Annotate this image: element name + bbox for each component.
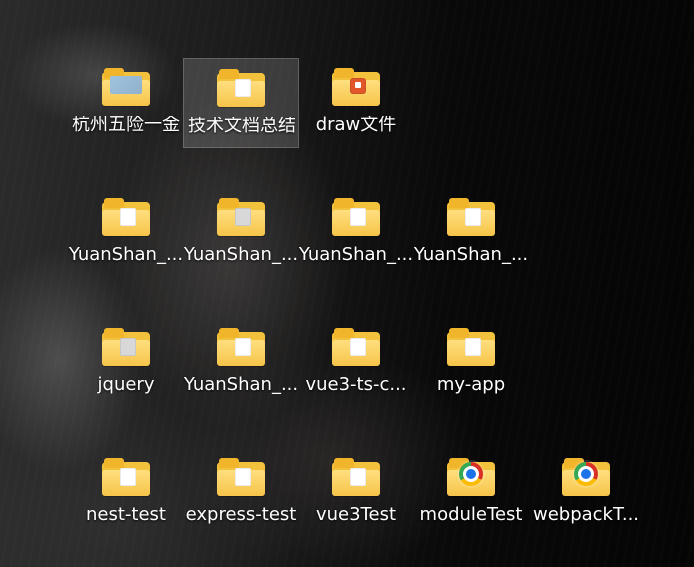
desktop-icon-label: webpackT... xyxy=(532,506,640,524)
document-preview-icon xyxy=(235,79,251,97)
draw-badge-icon xyxy=(350,78,366,94)
folder-icon xyxy=(102,456,150,496)
desktop-icon-express-test[interactable]: express-test xyxy=(183,448,299,538)
chrome-icon xyxy=(574,462,598,486)
desktop-icon-label: vue3Test xyxy=(315,506,397,524)
folder-icon xyxy=(447,326,495,366)
desktop-icon-label: draw文件 xyxy=(315,116,397,134)
desktop-icon-jquery[interactable]: jquery xyxy=(68,318,184,408)
desktop-icon-label: 技术文档总结 xyxy=(188,117,296,135)
document-preview-icon xyxy=(120,208,136,226)
desktop-icon-tech-docs-summary[interactable]: 技术文档总结 xyxy=(183,58,299,148)
desktop-icon-label: my-app xyxy=(436,376,506,394)
desktop-icon-label: YuanShan_... xyxy=(413,246,529,264)
desktop: 杭州五险一金 技术文档总结 draw文件 YuanShan_... YuanSh… xyxy=(0,0,694,567)
desktop-icon-label: YuanShan_... xyxy=(68,246,184,264)
desktop-icon-draw-files[interactable]: draw文件 xyxy=(298,58,414,148)
folder-icon xyxy=(447,196,495,236)
folder-icon xyxy=(217,67,265,107)
draw-folder-icon xyxy=(332,66,380,106)
desktop-icon-label: nest-test xyxy=(86,506,166,524)
desktop-icon-label: express-test xyxy=(185,506,297,524)
folder-icon xyxy=(217,196,265,236)
desktop-icon-yuanshan-5[interactable]: YuanShan_... xyxy=(183,318,299,408)
document-preview-icon xyxy=(350,468,366,486)
document-preview-icon xyxy=(235,208,251,226)
desktop-icon-label: YuanShan_... xyxy=(183,246,299,264)
document-preview-icon xyxy=(465,208,481,226)
document-preview-icon xyxy=(235,468,251,486)
desktop-icon-nest-test[interactable]: nest-test xyxy=(68,448,184,538)
document-preview-icon xyxy=(235,338,251,356)
folder-icon xyxy=(217,456,265,496)
folder-icon xyxy=(332,456,380,496)
document-preview-icon xyxy=(350,208,366,226)
desktop-icon-label: vue3-ts-c... xyxy=(305,376,407,394)
desktop-icon-webpack-test[interactable]: webpackT... xyxy=(528,448,644,538)
desktop-icon-label: jquery xyxy=(97,376,155,394)
desktop-icon-label: moduleTest xyxy=(419,506,523,524)
desktop-icon-label: YuanShan_... xyxy=(183,376,299,394)
folder-icon xyxy=(217,326,265,366)
desktop-icon-label: YuanShan_... xyxy=(298,246,414,264)
chrome-folder-icon xyxy=(447,456,495,496)
desktop-icon-hangzhou-social-insurance[interactable]: 杭州五险一金 xyxy=(68,58,184,148)
chrome-icon xyxy=(459,462,483,486)
document-preview-icon xyxy=(350,338,366,356)
folder-icon xyxy=(102,66,150,106)
document-preview-icon xyxy=(120,338,136,356)
document-preview-icon xyxy=(465,338,481,356)
desktop-icon-yuanshan-3[interactable]: YuanShan_... xyxy=(298,188,414,278)
desktop-icon-moduletest[interactable]: moduleTest xyxy=(413,448,529,538)
desktop-icon-yuanshan-2[interactable]: YuanShan_... xyxy=(183,188,299,278)
folder-icon xyxy=(102,326,150,366)
desktop-icon-yuanshan-4[interactable]: YuanShan_... xyxy=(413,188,529,278)
chrome-folder-icon xyxy=(562,456,610,496)
desktop-icon-yuanshan-1[interactable]: YuanShan_... xyxy=(68,188,184,278)
desktop-icon-my-app[interactable]: my-app xyxy=(413,318,529,408)
desktop-icon-vue3test[interactable]: vue3Test xyxy=(298,448,414,538)
folder-icon xyxy=(102,196,150,236)
desktop-icon-label: 杭州五险一金 xyxy=(72,116,180,134)
desktop-icon-vue3-ts[interactable]: vue3-ts-c... xyxy=(298,318,414,408)
document-preview-icon xyxy=(120,468,136,486)
folder-icon xyxy=(332,326,380,366)
folder-preview xyxy=(110,76,142,94)
folder-icon xyxy=(332,196,380,236)
